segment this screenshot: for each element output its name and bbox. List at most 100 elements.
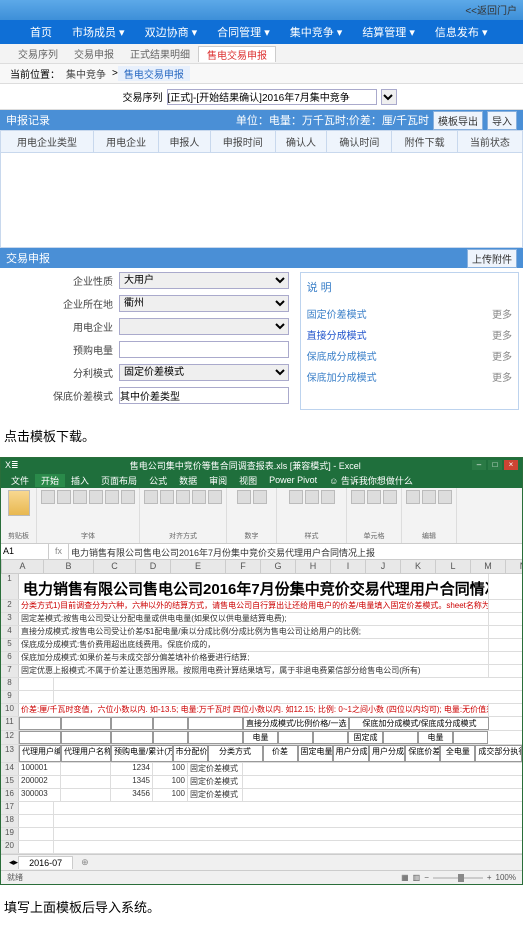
subnav-seq[interactable]: 交易序列 bbox=[10, 46, 66, 61]
desc-fixed[interactable]: 固定价差模式更多 bbox=[307, 303, 512, 324]
menu-layout[interactable]: 页面布局 bbox=[95, 474, 143, 487]
return-portal-link[interactable]: <<返回门户 bbox=[465, 2, 517, 17]
menu-view[interactable]: 视图 bbox=[233, 474, 263, 487]
col-d[interactable]: D bbox=[136, 560, 171, 573]
menu-formula[interactable]: 公式 bbox=[143, 474, 173, 487]
nav-bilateral[interactable]: 双边协商 ▾ bbox=[135, 24, 208, 40]
paste-icon[interactable] bbox=[8, 490, 30, 516]
menu-file[interactable]: 文件 bbox=[5, 474, 35, 487]
th-13[interactable]: 全电量 bbox=[440, 745, 475, 762]
th-5[interactable]: 价差 bbox=[263, 745, 298, 762]
th-2[interactable]: 预购电量/累计(万千瓦时) bbox=[111, 745, 173, 762]
note-2[interactable]: 分类方式1)目前调查分为六种，六种以外的结算方式，请售电公司自行算出让还给用电户… bbox=[19, 600, 489, 612]
col-status[interactable]: 当前状态 bbox=[457, 131, 522, 153]
th-9[interactable]: 用户分成比例 bbox=[369, 745, 405, 762]
note-7[interactable]: 固定优惠上报模式:不属于价差让惠范围界限。按照用电费计算结果填写，属于非退电费累… bbox=[19, 665, 489, 677]
col-a[interactable]: A bbox=[2, 560, 44, 573]
format-cell-icon[interactable] bbox=[383, 490, 397, 504]
col-b[interactable]: B bbox=[44, 560, 94, 573]
title-cell[interactable]: 电力销售有限公司售电公司2016年7月份集中竞价交易代理用户合同情况上报 bbox=[19, 574, 489, 599]
th-11[interactable]: 保底价差 bbox=[405, 745, 440, 762]
col-attachment[interactable]: 附件下载 bbox=[392, 131, 457, 153]
view-page-icon[interactable]: ▥ bbox=[413, 873, 421, 882]
align-center-icon[interactable] bbox=[160, 490, 174, 504]
subnav-declare[interactable]: 交易申报 bbox=[66, 46, 122, 61]
align-right-icon[interactable] bbox=[176, 490, 190, 504]
th-14[interactable]: 成交部分执行价差 bbox=[475, 745, 522, 762]
import-button[interactable]: 导入 bbox=[487, 111, 517, 130]
nav-contract[interactable]: 合同管理 ▾ bbox=[207, 24, 280, 40]
desc-floor-share[interactable]: 保底成分成模式更多 bbox=[307, 345, 512, 366]
sheet-tab-1[interactable]: 2016-07 bbox=[18, 856, 73, 869]
col-declare-time[interactable]: 申报时间 bbox=[210, 131, 275, 153]
col-i[interactable]: I bbox=[331, 560, 366, 573]
menu-home[interactable]: 开始 bbox=[35, 474, 65, 487]
col-l[interactable]: L bbox=[436, 560, 471, 573]
desc-floor-plus[interactable]: 保底加分成模式更多 bbox=[307, 366, 512, 387]
col-n[interactable]: N bbox=[506, 560, 522, 573]
col-f[interactable]: F bbox=[226, 560, 261, 573]
insert-cell-icon[interactable] bbox=[351, 490, 365, 504]
subnav-sale-declare[interactable]: 售电交易申报 bbox=[198, 46, 276, 62]
name-box[interactable]: A1 bbox=[1, 544, 49, 559]
zoom-slider[interactable] bbox=[433, 877, 483, 879]
nav-settlement[interactable]: 结算管理 ▾ bbox=[352, 24, 425, 40]
bc-bidding[interactable]: 集中竞争 bbox=[60, 66, 112, 81]
row-1[interactable]: 1 bbox=[1, 574, 19, 599]
menu-data[interactable]: 数据 bbox=[173, 474, 203, 487]
currency-icon[interactable] bbox=[237, 490, 251, 504]
th-1[interactable]: 代理用户名称 bbox=[61, 745, 111, 762]
col-type[interactable]: 用电企业类型 bbox=[1, 131, 94, 153]
menu-review[interactable]: 审阅 bbox=[203, 474, 233, 487]
bc-sale-declare[interactable]: 售电交易申报 bbox=[118, 66, 190, 81]
seq-select[interactable] bbox=[381, 89, 397, 105]
subnav-result[interactable]: 正式结果明细 bbox=[122, 46, 198, 61]
sum-icon[interactable] bbox=[406, 490, 420, 504]
find-icon[interactable] bbox=[438, 490, 452, 504]
bold-icon[interactable] bbox=[41, 490, 55, 504]
col-k[interactable]: K bbox=[401, 560, 436, 573]
col-c[interactable]: C bbox=[94, 560, 136, 573]
close-button[interactable]: × bbox=[504, 460, 518, 470]
col-company[interactable]: 用电企业 bbox=[94, 131, 159, 153]
nav-info[interactable]: 信息发布 ▾ bbox=[425, 24, 498, 40]
nav-home[interactable]: 首页 bbox=[20, 24, 62, 40]
underline-icon[interactable] bbox=[73, 490, 87, 504]
sel-mode[interactable]: 固定价差模式 bbox=[119, 364, 289, 381]
th-8[interactable]: 用户分成比例 bbox=[333, 745, 369, 762]
th-0[interactable]: 代理用户编号 bbox=[19, 745, 61, 762]
merge-icon[interactable] bbox=[208, 490, 222, 504]
delete-cell-icon[interactable] bbox=[367, 490, 381, 504]
view-normal-icon[interactable]: ▦ bbox=[401, 873, 409, 882]
cell-style-icon[interactable] bbox=[321, 490, 335, 504]
sel-nature[interactable]: 大用户 bbox=[119, 272, 289, 289]
fill-icon[interactable] bbox=[105, 490, 119, 504]
note-3[interactable]: 固定差模式:按售电公司受让分配电量或供电电量(如果仅以供电量结算电费); bbox=[19, 613, 489, 625]
worksheet[interactable]: A B C D E F G H I J K L M N 1电力销售有限公司售电公… bbox=[1, 560, 522, 854]
add-sheet-button[interactable]: ⊕ bbox=[75, 857, 95, 868]
menu-powerpivot[interactable]: Power Pivot bbox=[263, 475, 323, 485]
align-left-icon[interactable] bbox=[144, 490, 158, 504]
formula-input[interactable]: 电力销售有限公司售电公司2016年7月份集中竞价交易代理用户合同情况上报 bbox=[69, 544, 522, 559]
col-j[interactable]: J bbox=[366, 560, 401, 573]
zoom-in-button[interactable]: + bbox=[487, 873, 492, 882]
col-e[interactable]: E bbox=[171, 560, 226, 573]
d-14-0[interactable]: 100001 bbox=[19, 763, 61, 775]
sel-location[interactable]: 衢州 bbox=[119, 295, 289, 312]
upload-attachment-button[interactable]: 上传附件 bbox=[467, 249, 517, 268]
minimize-button[interactable]: ‒ bbox=[472, 460, 486, 470]
inp-floor-mode[interactable] bbox=[119, 387, 289, 404]
percent-icon[interactable] bbox=[253, 490, 267, 504]
border-icon[interactable] bbox=[89, 490, 103, 504]
italic-icon[interactable] bbox=[57, 490, 71, 504]
note-5[interactable]: 保底成分成模式:售价费用超出底线费用。保底价成的， bbox=[19, 639, 489, 651]
note-10[interactable]: 价差:厘/千瓦时变值，六位小数以内. 如-13.5; 电量:万千瓦时 四位小数以… bbox=[19, 704, 489, 716]
col-m[interactable]: M bbox=[471, 560, 506, 573]
fx-icon[interactable]: fx bbox=[49, 544, 69, 559]
cond-format-icon[interactable] bbox=[289, 490, 303, 504]
th-3[interactable]: 市分配价差 bbox=[173, 745, 208, 762]
table-style-icon[interactable] bbox=[305, 490, 319, 504]
col-g[interactable]: G bbox=[261, 560, 296, 573]
th-4[interactable]: 分类方式 bbox=[208, 745, 263, 762]
seq-input[interactable] bbox=[167, 89, 377, 105]
